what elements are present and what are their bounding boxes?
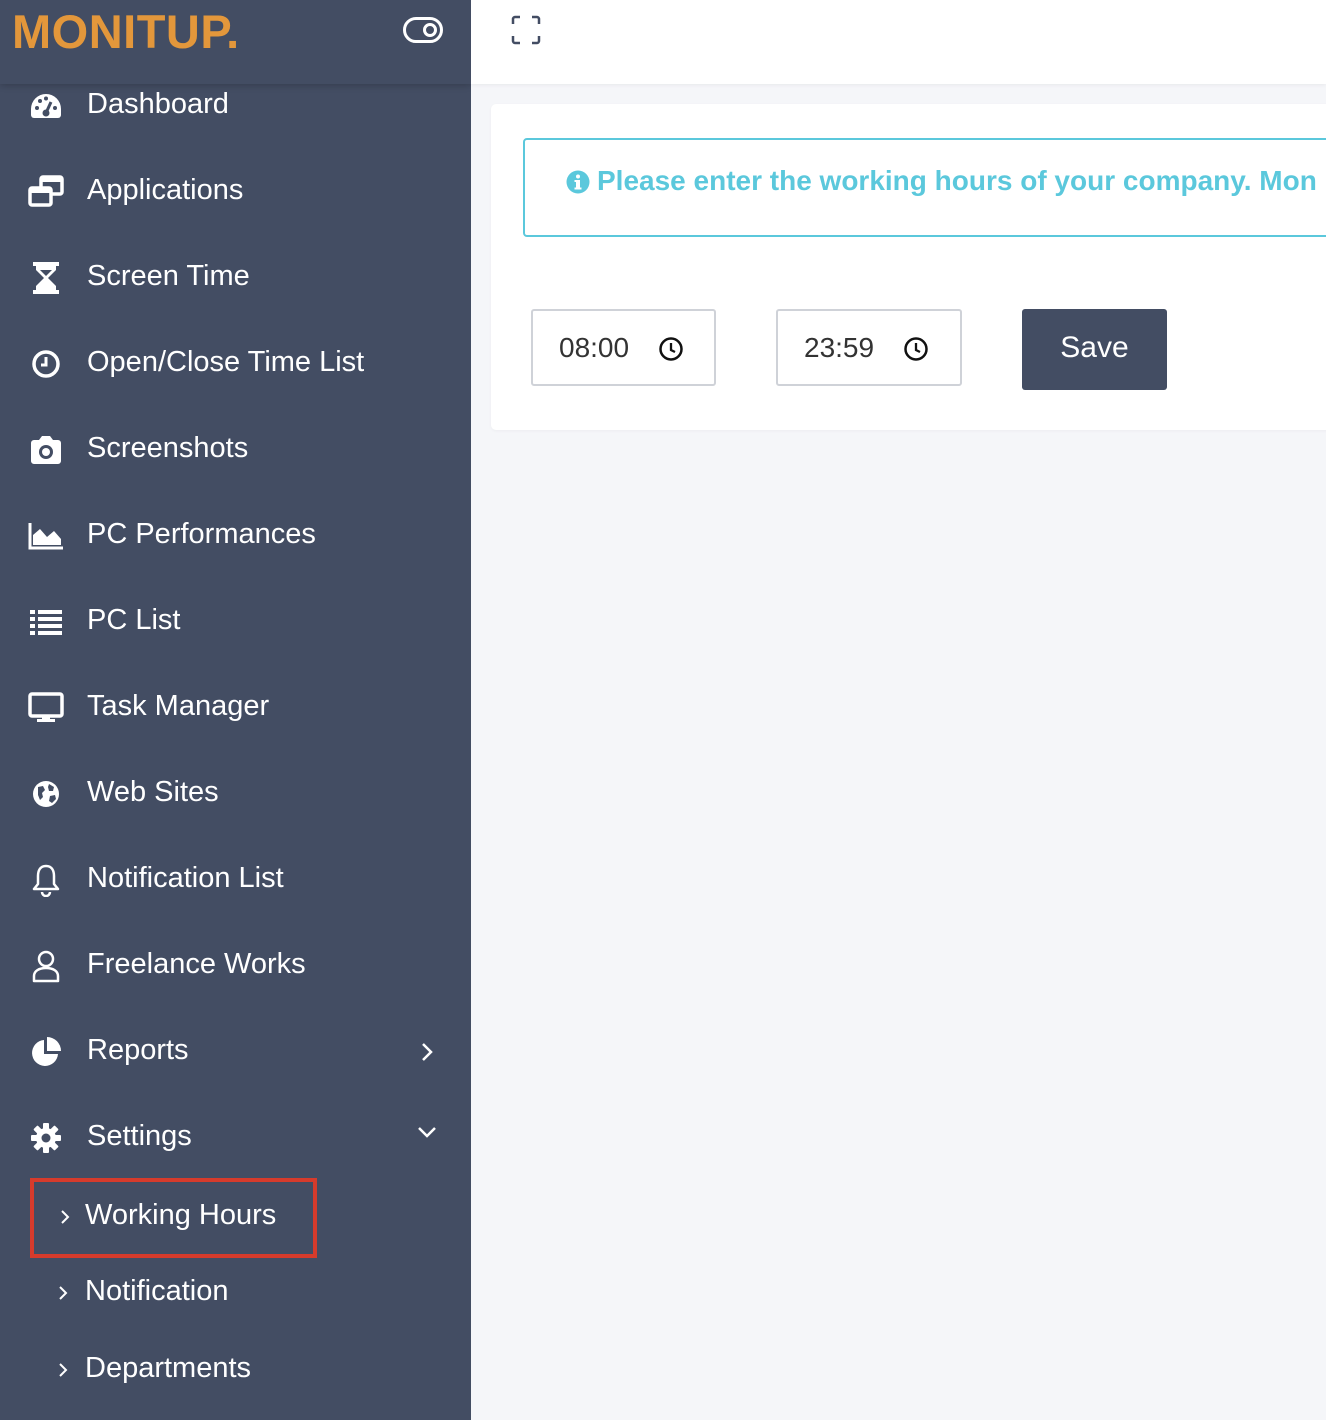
sidebar-item-label: Dashboard	[87, 88, 229, 120]
sidebar-subitem-working-hours[interactable]: Working Hours	[30, 1178, 317, 1258]
dashboard-gauge-icon	[27, 89, 65, 123]
sidebar-item-screen-time[interactable]: Screen Time	[0, 247, 471, 307]
list-icon	[27, 605, 65, 639]
app-logo[interactable]: MONITUP.	[12, 4, 240, 59]
sidebar-item-label: Open/Close Time List	[87, 346, 365, 378]
monitor-icon	[27, 691, 65, 725]
info-circle-icon	[566, 170, 590, 194]
sidebar-subitem-departments[interactable]: Departments	[30, 1333, 317, 1413]
sidebar-item-web-sites[interactable]: Web Sites	[0, 763, 471, 823]
chevron-right-icon	[58, 1208, 72, 1226]
sidebar-subitem-label: Departments	[85, 1352, 252, 1384]
gear-icon	[27, 1121, 65, 1155]
sidebar-item-label: PC List	[87, 604, 181, 636]
save-button-label: Save	[1060, 331, 1129, 364]
chevron-down-icon	[416, 1121, 438, 1143]
sidebar-item-label: Settings	[87, 1120, 192, 1152]
topbar	[471, 0, 1326, 84]
sidebar-item-notification-list[interactable]: Notification List	[0, 849, 471, 909]
chevron-right-icon	[56, 1361, 70, 1379]
sidebar-subitem-label: Notification	[85, 1275, 229, 1307]
sidebar-subitem-label: Working Hours	[85, 1199, 277, 1231]
alert-message: Please enter the working hours of your c…	[597, 165, 1317, 196]
sidebar-item-dashboard[interactable]: Dashboard	[0, 75, 471, 135]
sidebar-item-label: Screenshots	[87, 432, 249, 464]
sidebar-item-freelance-works[interactable]: Freelance Works	[0, 935, 471, 995]
camera-icon	[27, 433, 65, 467]
start-time-input[interactable]: 08:00	[531, 309, 716, 386]
user-icon	[27, 949, 65, 983]
sidebar-item-label: PC Performances	[87, 518, 316, 550]
sidebar-item-label: Reports	[87, 1034, 189, 1066]
sidebar-item-label: Web Sites	[87, 776, 219, 808]
sidebar-item-label: Notification List	[87, 862, 284, 894]
sidebar-item-applications[interactable]: Applications	[0, 161, 471, 221]
info-alert: Please enter the working hours of your c…	[523, 138, 1326, 237]
sidebar-item-label: Task Manager	[87, 690, 270, 722]
globe-icon	[27, 777, 65, 811]
chevron-right-icon	[56, 1284, 70, 1302]
working-hours-card: Please enter the working hours of your c…	[491, 104, 1326, 430]
sidebar-item-task-manager[interactable]: Task Manager	[0, 677, 471, 737]
sidebar-item-label: Applications	[87, 174, 244, 206]
sidebar-item-settings[interactable]: Settings	[0, 1107, 471, 1167]
sidebar-item-pc-list[interactable]: PC List	[0, 591, 471, 651]
pie-chart-icon	[27, 1035, 65, 1069]
sidebar-item-screenshots[interactable]: Screenshots	[0, 419, 471, 479]
sidebar-item-reports[interactable]: Reports	[0, 1021, 471, 1081]
save-button[interactable]: Save	[1022, 309, 1167, 390]
sidebar-item-label: Freelance Works	[87, 948, 306, 980]
clock-icon[interactable]	[903, 336, 929, 362]
fullscreen-icon[interactable]	[511, 15, 541, 45]
sidebar: MONITUP. Dashboard Applications Screen T…	[0, 0, 471, 1420]
brand-bar: MONITUP.	[0, 0, 471, 84]
sidebar-item-label: Screen Time	[87, 260, 250, 292]
clock-icon	[27, 347, 65, 381]
applications-windows-icon	[27, 175, 65, 209]
end-time-value: 23:59	[804, 332, 875, 363]
chevron-right-icon	[416, 1041, 438, 1063]
clock-icon[interactable]	[658, 336, 684, 362]
start-time-value: 08:00	[559, 332, 630, 363]
sidebar-subitem-notification[interactable]: Notification	[30, 1256, 317, 1336]
hourglass-icon	[27, 261, 65, 295]
area-chart-icon	[27, 519, 65, 553]
bell-icon	[27, 863, 65, 897]
sidebar-toggle-icon[interactable]	[403, 17, 443, 43]
sidebar-item-open-close-time-list[interactable]: Open/Close Time List	[0, 333, 471, 393]
end-time-input[interactable]: 23:59	[776, 309, 962, 386]
sidebar-item-pc-performances[interactable]: PC Performances	[0, 505, 471, 565]
